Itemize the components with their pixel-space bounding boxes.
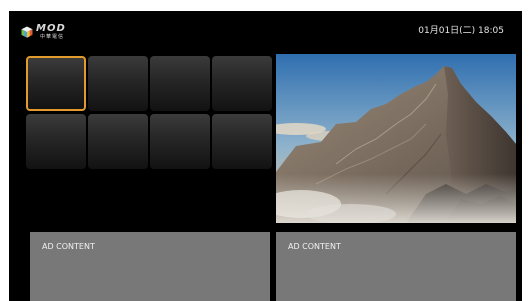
menu-tile[interactable] — [212, 114, 272, 169]
logo-subtitle: 中華電信 — [40, 34, 65, 40]
menu-tile[interactable] — [150, 114, 210, 169]
tv-screen: MOD 中華電信 01月01日(二) 18:05 AD CONTENT AD C… — [9, 11, 522, 301]
menu-tile[interactable] — [88, 56, 148, 111]
mod-cube-icon — [21, 26, 33, 38]
menu-tile[interactable] — [26, 114, 86, 169]
ad-panel-right[interactable]: AD CONTENT — [276, 232, 516, 301]
logo-brand: MOD — [36, 23, 66, 34]
menu-tile[interactable] — [26, 56, 86, 111]
featured-mountain-image[interactable] — [276, 54, 516, 223]
menu-tile[interactable] — [212, 56, 272, 111]
date-time: 01月01日(二) 18:05 — [418, 26, 504, 36]
mod-logo: MOD 中華電信 — [21, 24, 66, 40]
ad-label: AD CONTENT — [42, 242, 95, 251]
menu-tile[interactable] — [88, 114, 148, 169]
ad-label: AD CONTENT — [288, 242, 341, 251]
menu-tile[interactable] — [150, 56, 210, 111]
ad-panel-left[interactable]: AD CONTENT — [30, 232, 270, 301]
